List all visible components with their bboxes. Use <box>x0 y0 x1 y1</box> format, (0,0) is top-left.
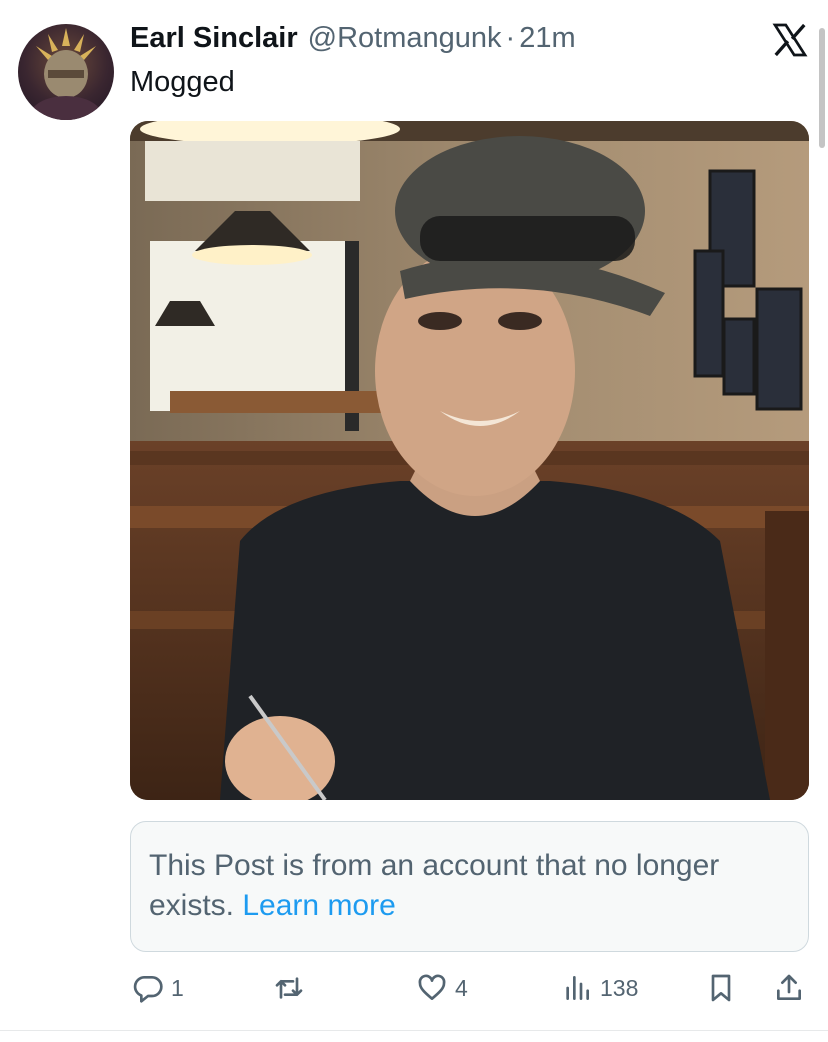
like-button[interactable]: 4 <box>416 966 468 1010</box>
action-bar: 1 4 138 <box>0 966 828 1010</box>
repost-button[interactable] <box>273 966 312 1010</box>
post-text: Mogged <box>130 66 235 98</box>
reply-icon <box>133 976 163 1003</box>
post-divider <box>0 1030 828 1031</box>
repost-icon <box>275 977 303 999</box>
share-icon <box>777 974 801 1000</box>
bookmark-icon <box>711 974 731 1002</box>
learn-more-link[interactable]: Learn more <box>242 889 395 922</box>
post-time[interactable]: 21m <box>519 22 575 55</box>
scrollbar[interactable] <box>819 28 825 148</box>
post-photo-image <box>130 121 809 800</box>
bookmark-button[interactable] <box>705 966 737 1010</box>
x-logo-icon[interactable] <box>772 22 808 58</box>
views-icon <box>566 976 589 1000</box>
display-name[interactable]: Earl Sinclair <box>130 22 298 55</box>
reply-count: 1 <box>171 974 184 1001</box>
like-icon <box>418 974 446 1000</box>
share-button[interactable] <box>773 966 805 1010</box>
user-handle[interactable]: @Rotmangunk <box>308 22 502 55</box>
post-photo[interactable] <box>130 121 809 800</box>
views-count: 138 <box>600 974 639 1001</box>
account-notice: This Post is from an account that no lon… <box>130 821 809 952</box>
post-header: Earl Sinclair @Rotmangunk · 21m <box>130 22 576 58</box>
like-count: 4 <box>455 974 468 1001</box>
notice-text: This Post is from an account that no lon… <box>149 849 720 922</box>
separator-dot: · <box>505 22 516 54</box>
post[interactable]: Earl Sinclair @Rotmangunk · 21m Mogged T… <box>0 0 828 1031</box>
views-button[interactable]: 138 <box>561 966 638 1010</box>
avatar[interactable] <box>18 24 114 120</box>
reply-button[interactable]: 1 <box>132 966 184 1010</box>
roman-helmet-avatar-icon <box>30 28 102 120</box>
